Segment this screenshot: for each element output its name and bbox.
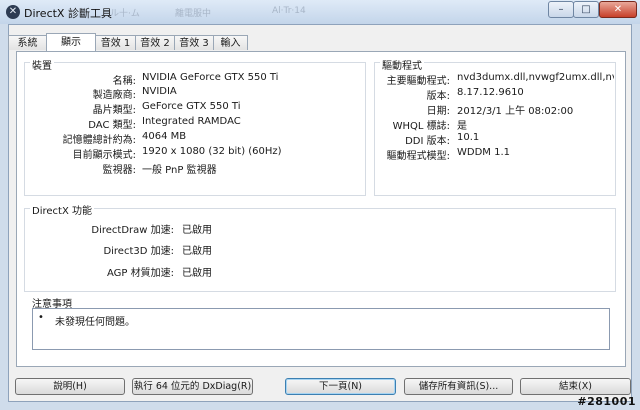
maximize-button[interactable]: □: [573, 1, 599, 18]
ghost-text-3: Al·Tr·14: [272, 6, 306, 16]
chip-type-value: GeForce GTX 550 Ti: [142, 101, 241, 112]
directdraw-value: 已啟用: [182, 225, 212, 236]
directx-features-title: DirectX 功能: [30, 202, 94, 217]
exit-button[interactable]: 結束(X): [520, 378, 631, 395]
window-title: DirectX 診斷工具: [24, 7, 112, 20]
chip-type-label: 晶片類型:: [92, 105, 136, 116]
directdraw-label: DirectDraw 加速:: [91, 225, 174, 236]
ghost-text-1: ル十·ム: [110, 9, 140, 19]
minimize-button[interactable]: –: [548, 1, 574, 18]
memory-value: 4064 MB: [142, 131, 187, 142]
direct3d-value: 已啟用: [182, 246, 212, 257]
agp-value: 已啟用: [182, 268, 212, 279]
whql-label: WHQL 標誌:: [392, 121, 450, 132]
driver-date-value: 2012/3/1 上午 08:02:00: [457, 106, 574, 117]
watermark-id: #281001: [577, 395, 636, 408]
notes-bullet: •: [38, 312, 44, 323]
notes-textbox[interactable]: • 未發現任何問題。: [32, 308, 610, 350]
save-all-info-button[interactable]: 儲存所有資訊(S)...: [404, 378, 513, 395]
driver-model-label: 驅動程式模型:: [386, 151, 450, 162]
device-name-label: 名稱:: [112, 76, 136, 87]
title-bar: ✕ DirectX 診斷工具 ル十·ム 離電服中 Al·Tr·14 – □ ✕: [0, 0, 640, 24]
device-group-title: 裝置: [30, 57, 54, 72]
direct3d-label: Direct3D 加速:: [103, 246, 174, 257]
help-button[interactable]: 說明(H): [15, 378, 125, 395]
agp-label: AGP 材質加速:: [107, 268, 174, 279]
device-name-value: NVIDIA GeForce GTX 550 Ti: [142, 72, 279, 83]
tab-sound-2[interactable]: 音效 2: [135, 35, 175, 50]
next-page-button[interactable]: 下一頁(N): [285, 378, 396, 395]
ghost-text-2: 離電服中: [175, 9, 212, 19]
run-64bit-dxdiag-button[interactable]: 執行 64 位元的 DxDiag(R): [132, 378, 253, 395]
close-button[interactable]: ✕: [599, 1, 637, 18]
dac-type-label: DAC 類型:: [88, 120, 136, 131]
driver-date-label: 日期:: [426, 106, 450, 117]
whql-value: 是: [457, 121, 467, 132]
manufacturer-value: NVIDIA: [142, 86, 177, 97]
monitor-value: 一般 PnP 監視器: [142, 165, 217, 176]
driver-model-value: WDDM 1.1: [457, 147, 510, 158]
main-driver-label: 主要驅動程式:: [386, 76, 450, 87]
notes-text: 未發現任何問題。: [55, 317, 135, 328]
tab-sound-1[interactable]: 音效 1: [95, 35, 136, 50]
dac-type-value: Integrated RAMDAC: [142, 116, 241, 127]
driver-version-value: 8.17.12.9610: [457, 87, 524, 98]
driver-group-title: 驅動程式: [380, 57, 424, 72]
display-mode-label: 目前顯示模式:: [72, 150, 136, 161]
ddi-version-label: DDI 版本:: [405, 136, 450, 147]
tab-input[interactable]: 輸入: [213, 35, 248, 50]
memory-label: 記憶體總計約為:: [62, 135, 136, 146]
tab-sound-3[interactable]: 音效 3: [174, 35, 214, 50]
monitor-label: 監視器:: [102, 165, 136, 176]
display-mode-value: 1920 x 1080 (32 bit) (60Hz): [142, 146, 282, 157]
tab-display[interactable]: 顯示: [46, 33, 96, 51]
directx-app-icon: ✕: [6, 5, 20, 19]
driver-version-label: 版本:: [426, 91, 450, 102]
tab-system[interactable]: 系統: [8, 35, 47, 50]
manufacturer-label: 製造廠商:: [92, 90, 136, 101]
ddi-version-value: 10.1: [457, 132, 480, 143]
main-driver-value: nvd3dumx.dll,nvwgf2umx.dll,nvwgf2um:: [457, 72, 614, 83]
